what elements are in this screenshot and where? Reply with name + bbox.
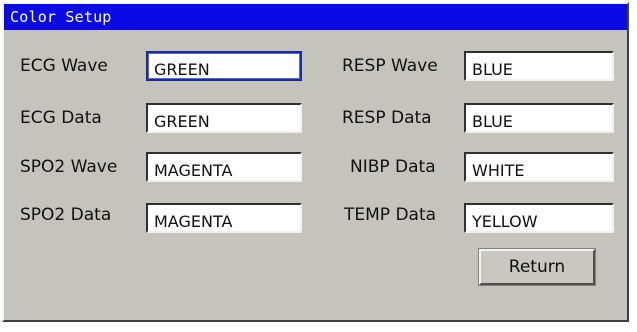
nibp-data-color-value: WHITE — [472, 161, 525, 180]
ecg-data-label: ECG Data — [20, 108, 102, 128]
temp-data-color-value: YELLOW — [472, 212, 538, 231]
nibp-data-color-field[interactable]: WHITE — [464, 152, 614, 182]
temp-data-color-field[interactable]: YELLOW — [464, 203, 614, 233]
dialog-title: Color Setup — [10, 8, 112, 26]
resp-data-label: RESP Data — [342, 108, 432, 128]
nibp-data-label: NIBP Data — [350, 157, 436, 177]
return-button[interactable]: Return — [479, 249, 595, 285]
ecg-wave-color-value: GREEN — [154, 60, 210, 79]
resp-data-color-value: BLUE — [472, 112, 513, 131]
spo2-data-color-field[interactable]: MAGENTA — [146, 203, 302, 233]
spo2-wave-color-value: MAGENTA — [154, 161, 233, 180]
spo2-data-color-value: MAGENTA — [154, 212, 233, 231]
spo2-wave-label: SPO2 Wave — [20, 157, 118, 177]
resp-wave-color-value: BLUE — [472, 60, 513, 79]
spo2-data-label: SPO2 Data — [20, 205, 112, 225]
color-setup-dialog: Color Setup ECG Wave GREEN ECG Data GREE… — [2, 2, 629, 322]
ecg-wave-color-field[interactable]: GREEN — [146, 51, 302, 81]
dialog-title-bar: Color Setup — [4, 4, 627, 30]
resp-data-color-field[interactable]: BLUE — [464, 103, 614, 133]
ecg-data-color-value: GREEN — [154, 112, 210, 131]
resp-wave-color-field[interactable]: BLUE — [464, 51, 614, 81]
spo2-wave-color-field[interactable]: MAGENTA — [146, 152, 302, 182]
resp-wave-label: RESP Wave — [342, 56, 438, 76]
ecg-wave-label: ECG Wave — [20, 56, 108, 76]
temp-data-label: TEMP Data — [344, 205, 437, 225]
ecg-data-color-field[interactable]: GREEN — [146, 103, 302, 133]
